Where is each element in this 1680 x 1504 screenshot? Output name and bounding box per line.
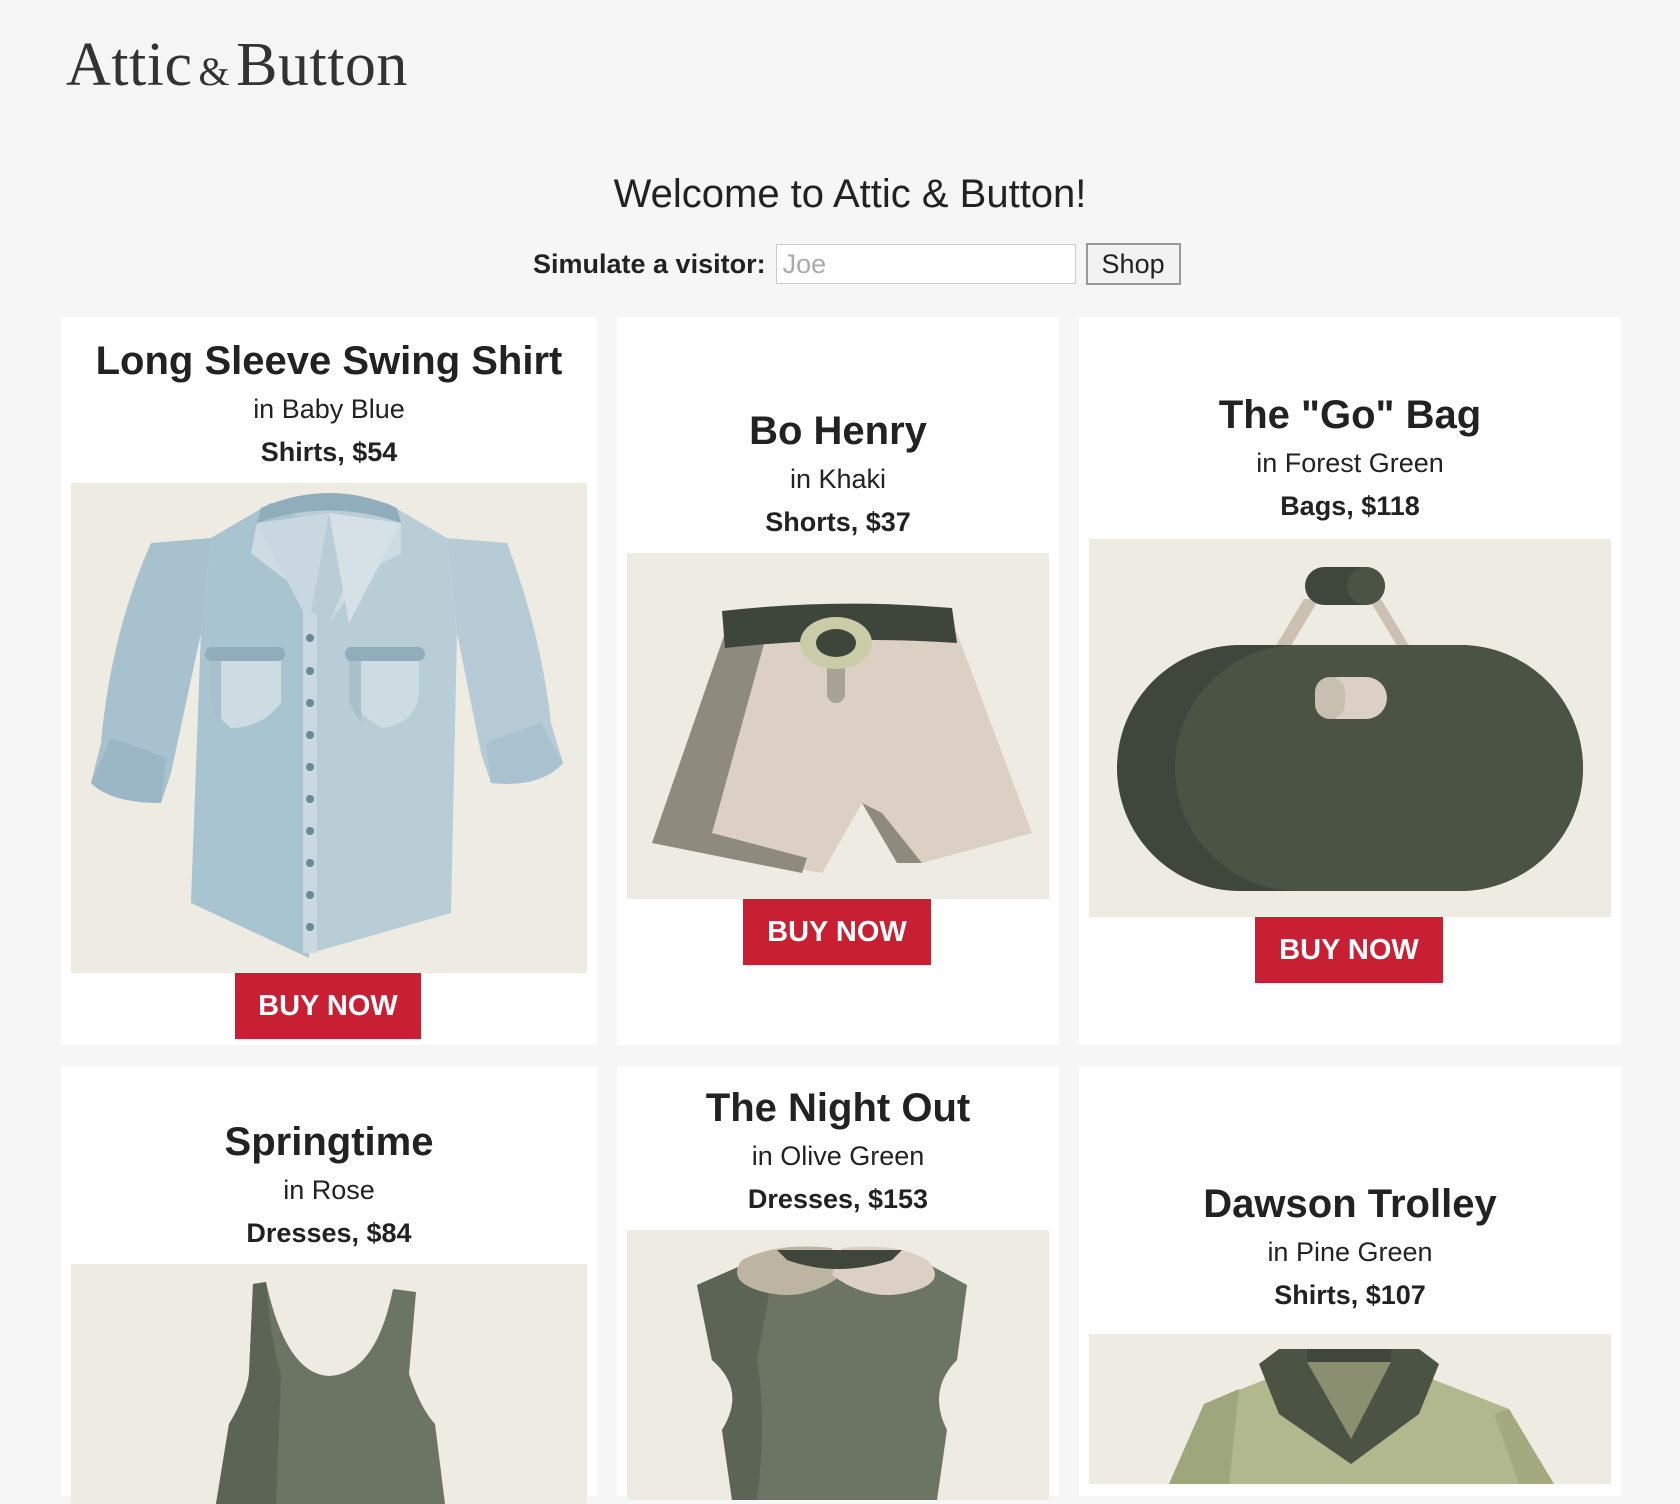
dress-icon[interactable] — [71, 1264, 587, 1504]
product-color: in Baby Blue — [253, 394, 405, 424]
bag-icon[interactable] — [1089, 539, 1611, 917]
product-price: Dresses, $84 — [246, 1218, 412, 1248]
product-name[interactable]: The Night Out — [617, 1086, 1059, 1131]
product-card: Springtime in Rose Dresses, $84 — [61, 1066, 597, 1504]
product-card: Bo Henry in Khaki Shorts, $37 BUY NOW — [617, 317, 1059, 1045]
buy-now-button[interactable]: BUY NOW — [235, 973, 421, 1039]
product-color: in Forest Green — [1256, 448, 1444, 478]
visitor-form: Simulate a visitor: Shop — [533, 243, 1181, 285]
product-card: The Night Out in Olive Green Dresses, $1… — [617, 1066, 1059, 1500]
product-price: Bags, $118 — [1280, 491, 1420, 521]
brand-logo[interactable]: Attic &Button — [66, 30, 408, 101]
product-color: in Rose — [283, 1175, 375, 1205]
product-price: Dresses, $153 — [747, 1184, 929, 1214]
product-card: Long Sleeve Swing Shirt in Baby Blue Shi… — [61, 317, 597, 1045]
product-card: Dawson Trolley in Pine Green Shirts, $10… — [1079, 1066, 1621, 1496]
brand-ampersand: & — [198, 49, 231, 94]
product-name[interactable]: Dawson Trolley — [1079, 1182, 1621, 1227]
product-price: Shirts, $107 — [1274, 1280, 1426, 1310]
product-card: The "Go" Bag in Forest Green Bags, $118 … — [1079, 317, 1621, 1045]
visitor-input[interactable] — [775, 244, 1076, 284]
product-name[interactable]: Long Sleeve Swing Shirt — [61, 339, 597, 384]
buy-now-button[interactable]: BUY NOW — [743, 899, 931, 965]
product-price: Shorts, $37 — [765, 507, 911, 537]
welcome-title: Welcome to Attic & Button! — [613, 172, 1087, 216]
product-price: Shirts, $54 — [260, 437, 398, 467]
shirt-icon[interactable] — [71, 483, 587, 973]
product-name[interactable]: Bo Henry — [617, 409, 1059, 454]
collar-dress-icon[interactable] — [627, 1230, 1049, 1500]
shop-button[interactable]: Shop — [1085, 243, 1181, 285]
product-color: in Olive Green — [751, 1141, 925, 1171]
visitor-label: Simulate a visitor: — [533, 248, 766, 279]
product-color: in Khaki — [789, 464, 887, 494]
product-name[interactable]: Springtime — [61, 1120, 597, 1165]
jacket-icon[interactable] — [1089, 1334, 1611, 1484]
brand-name-part1: Attic — [66, 31, 193, 99]
product-color: in Pine Green — [1267, 1237, 1433, 1267]
product-name[interactable]: The "Go" Bag — [1079, 393, 1621, 438]
buy-now-button[interactable]: BUY NOW — [1255, 917, 1443, 983]
brand-name-part2: Button — [236, 31, 408, 99]
shorts-icon[interactable] — [627, 553, 1049, 899]
